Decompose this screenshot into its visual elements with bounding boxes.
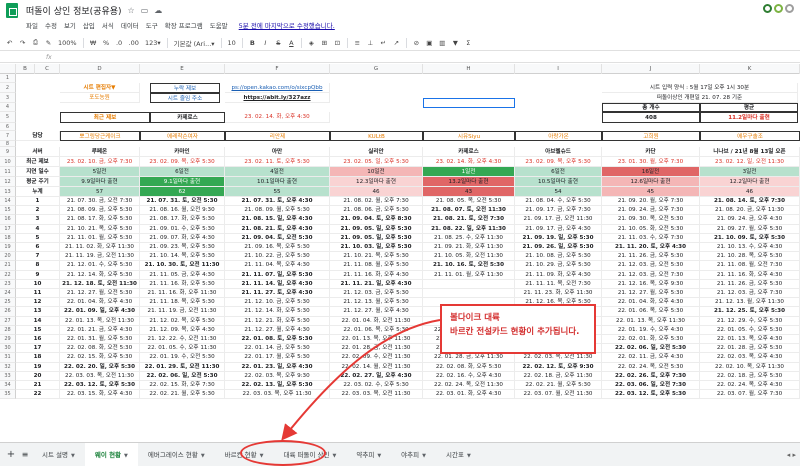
chevron-down-icon[interactable]: ▼ — [377, 453, 381, 459]
sheet-tab[interactable]: 웨이 현황 ▼ — [84, 442, 138, 466]
chevron-down-icon[interactable]: ▼ — [71, 453, 75, 459]
chevron-down-icon[interactable]: ▼ — [201, 453, 205, 459]
sheet-tabs: + ≡ 시트 설명 ▼ 웨이 현황 ▼ 에버그레이스 현황 ▼ 바르칸 현황 ▼ 대륙 떠돌이 … — [0, 442, 800, 466]
sheet-tab-label: 약추피 — [356, 450, 375, 459]
add-sheet-icon[interactable]: + — [4, 449, 18, 460]
explore-icon[interactable]: ◂ ▸ — [787, 451, 796, 459]
sheet-tab-label: 에버그레이스 현황 — [147, 450, 198, 459]
chevron-down-icon[interactable]: ▼ — [467, 453, 471, 459]
sheet-tab[interactable]: 약추피 ▼ — [346, 443, 391, 466]
all-sheets-icon[interactable]: ≡ — [18, 450, 32, 459]
sheet-tab[interactable]: 시간표 ▼ — [436, 443, 481, 466]
highlight-circle — [240, 440, 326, 466]
annotation-arrow — [281, 319, 441, 441]
annotation-callout: 볼다이크 대륙 바르칸 전설카드 현황이 추가됩니다. — [440, 304, 596, 354]
sheet-tab-label: 웨이 현황 — [94, 450, 122, 459]
sheet-tab[interactable]: 야추피 ▼ — [391, 443, 436, 466]
sheet-tab[interactable]: 시트 설명 ▼ — [32, 443, 85, 466]
annotation-line2: 바르칸 전설카드 현황이 추가됩니다. — [450, 327, 580, 337]
chevron-down-icon[interactable]: ▼ — [422, 453, 426, 459]
chevron-down-icon[interactable]: ▼ — [124, 453, 128, 459]
chevron-down-icon[interactable]: ▼ — [333, 453, 337, 459]
sheet-tab-label: 시트 설명 — [42, 450, 68, 459]
sheet-tab-label: 야추피 — [401, 450, 420, 459]
annotation-line1: 볼다이크 대륙 — [450, 313, 500, 323]
sheet-tab-label: 시간표 — [445, 450, 464, 459]
sheet-tab[interactable]: 에버그레이스 현황 ▼ — [138, 443, 215, 466]
